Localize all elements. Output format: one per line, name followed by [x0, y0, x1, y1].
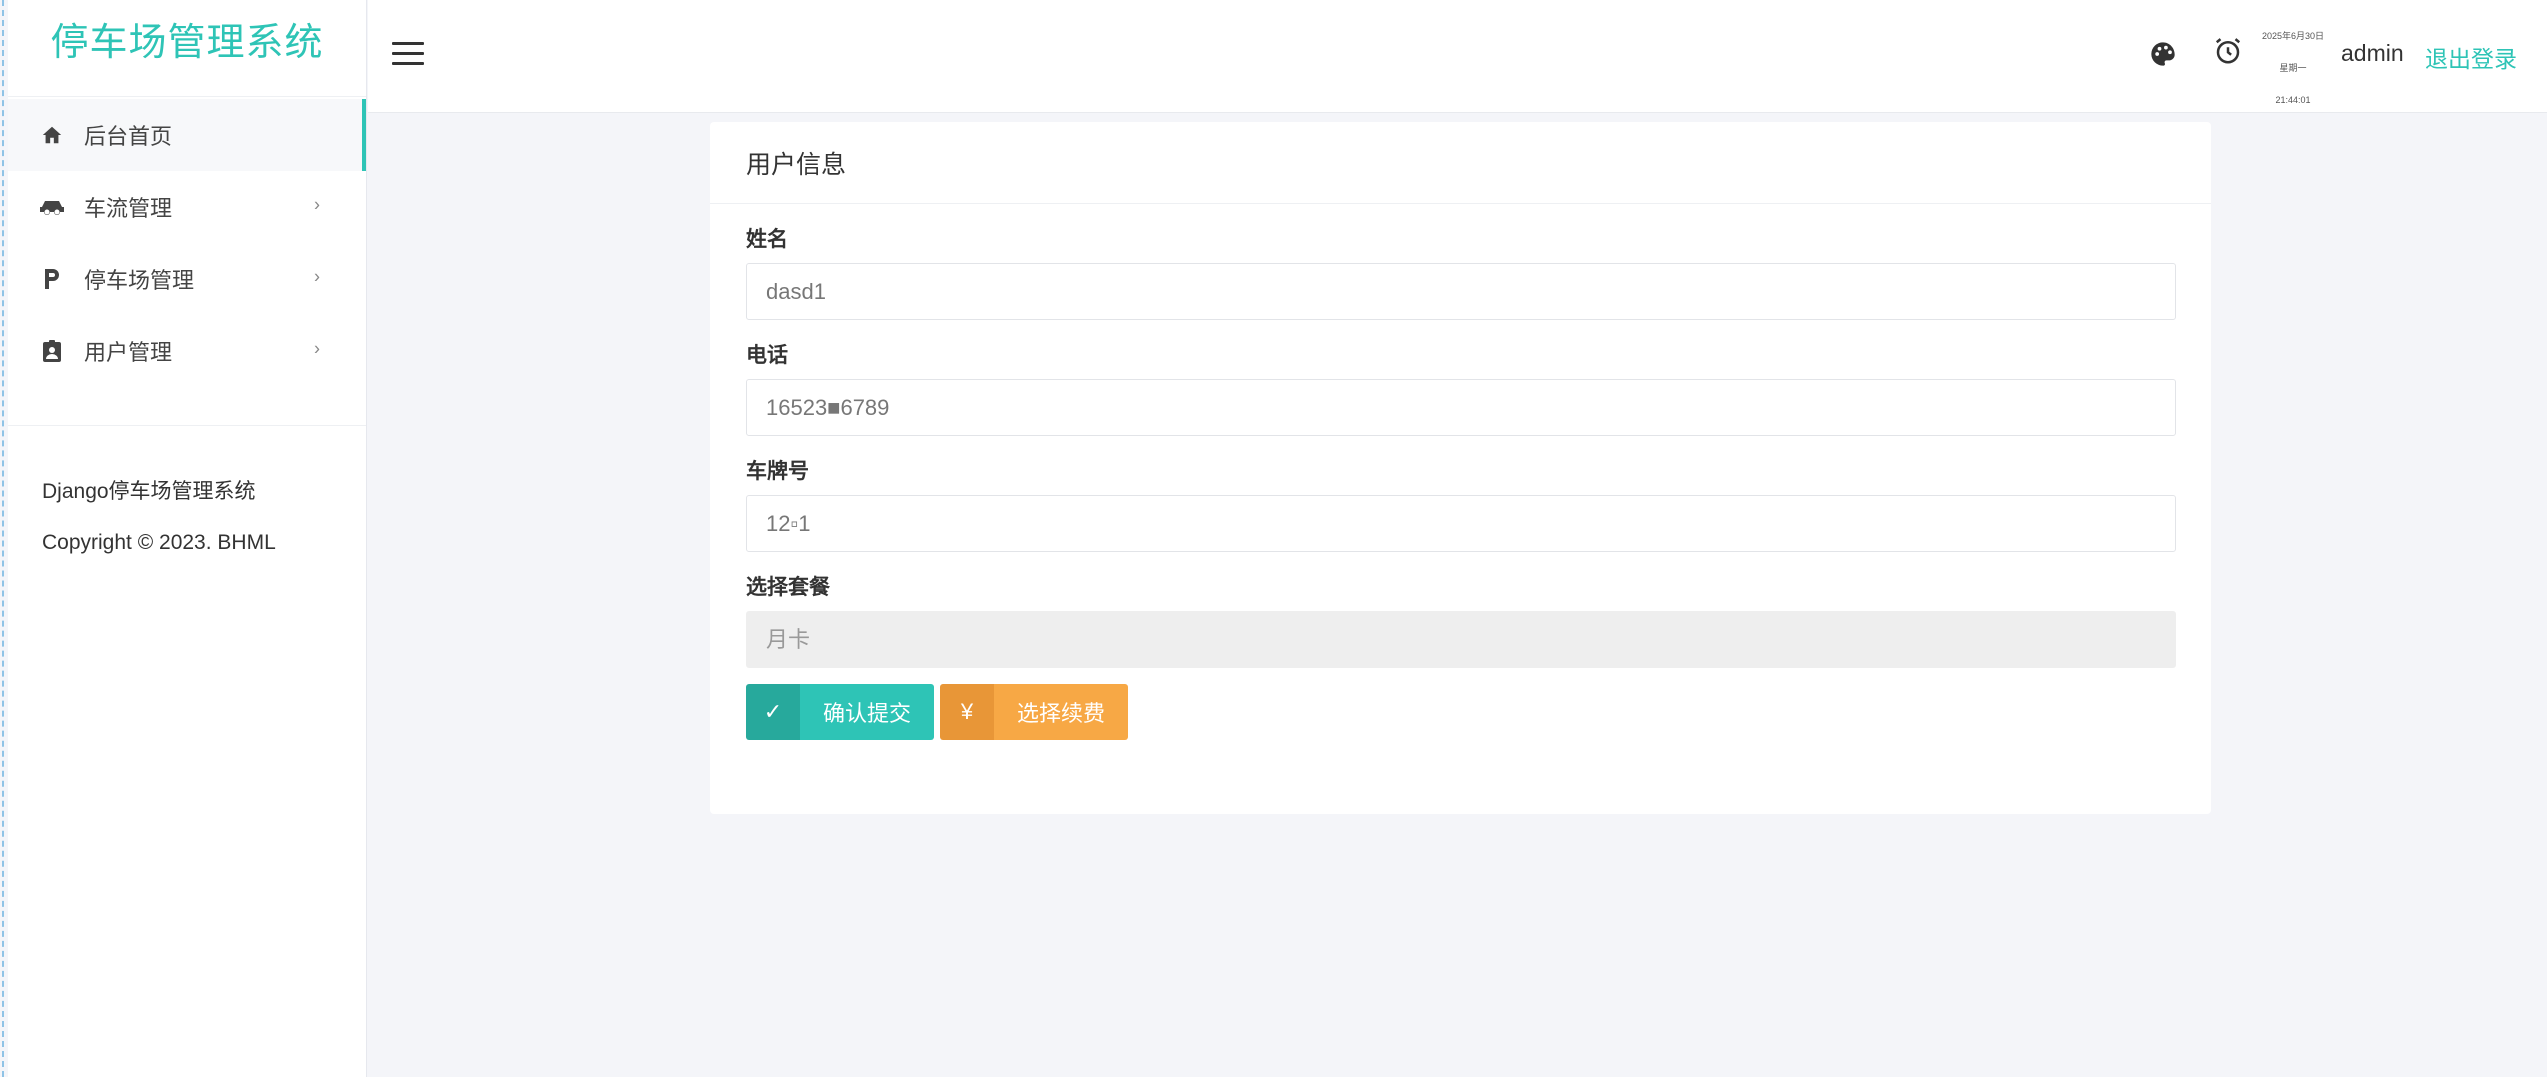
name-field[interactable]: dasd1: [746, 263, 2176, 320]
sidebar-item-label: 车流管理: [84, 196, 173, 221]
frame-guide-line: [2, 0, 4, 1077]
logout-link[interactable]: 退出登录: [2425, 40, 2517, 74]
footer-app-name: Django停车场管理系统: [42, 480, 256, 503]
card-title: 用户信息: [710, 122, 2211, 204]
user-info-form: 姓名 dasd1 电话 16523■6789 车牌号 12▫1 选择套餐 月卡 …: [710, 204, 2211, 740]
alarm-clock-icon[interactable]: [2213, 36, 2243, 66]
sidebar-menu: 后台首页 车流管理 › 停车场管理 › 用户管理 ›: [8, 97, 366, 387]
sidebar-footer: Django停车场管理系统 Copyright © 2023. BHML: [8, 426, 366, 568]
clock-date: 2025年6月30日: [2261, 31, 2325, 41]
renew-button-label: 选择续费: [994, 684, 1128, 740]
clock-weekday: 星期一: [2279, 63, 2307, 73]
chevron-right-icon: ›: [314, 338, 320, 359]
sidebar-item-label: 后台首页: [84, 124, 173, 149]
user-info-card: 用户信息 姓名 dasd1 电话 16523■6789 车牌号 12▫1 选择套…: [710, 122, 2211, 814]
sidebar-item-home[interactable]: 后台首页: [8, 99, 366, 171]
clock-display: 2025年6月30日 星期一 21:44:01: [2257, 20, 2329, 116]
sidebar: 停车场管理系统 后台首页 车流管理 › 停车场管理 › 用户管理 › Djang…: [8, 0, 367, 1077]
phone-label: 电话: [746, 344, 788, 367]
sidebar-item-traffic[interactable]: 车流管理 ›: [8, 171, 366, 243]
home-icon: [38, 121, 66, 149]
check-circle-icon: ✓: [746, 684, 800, 740]
brand-title: 停车场管理系统: [50, 21, 324, 64]
package-label: 选择套餐: [746, 576, 830, 599]
footer-copyright: Copyright © 2023. BHML: [42, 531, 276, 554]
submit-button-label: 确认提交: [800, 684, 934, 740]
yen-icon: ¥: [940, 684, 994, 740]
chevron-right-icon: ›: [314, 266, 320, 287]
sidebar-item-users[interactable]: 用户管理 ›: [8, 315, 366, 387]
car-icon: [38, 193, 66, 221]
brand: 停车场管理系统: [8, 0, 366, 97]
plate-label: 车牌号: [746, 460, 809, 483]
menu-toggle-icon[interactable]: [392, 42, 424, 66]
current-user: admin: [2341, 40, 2404, 66]
palette-icon[interactable]: [2149, 40, 2177, 68]
clock-time: 21:44:01: [2275, 95, 2311, 105]
top-header: 2025年6月30日 星期一 21:44:01 admin 退出登录: [368, 0, 2547, 113]
renew-button[interactable]: ¥ 选择续费: [940, 684, 1128, 740]
package-select[interactable]: 月卡: [746, 611, 2176, 668]
form-actions: ✓ 确认提交 ¥ 选择续费: [746, 684, 2175, 740]
sidebar-item-label: 停车场管理: [84, 268, 195, 293]
chevron-right-icon: ›: [314, 194, 320, 215]
name-label: 姓名: [746, 228, 788, 251]
submit-button[interactable]: ✓ 确认提交: [746, 684, 934, 740]
parking-p-icon: [38, 265, 66, 293]
sidebar-item-label: 用户管理: [84, 340, 173, 365]
plate-field[interactable]: 12▫1: [746, 495, 2176, 552]
sidebar-item-parking[interactable]: 停车场管理 ›: [8, 243, 366, 315]
user-badge-icon: [38, 337, 66, 365]
phone-field[interactable]: 16523■6789: [746, 379, 2176, 436]
